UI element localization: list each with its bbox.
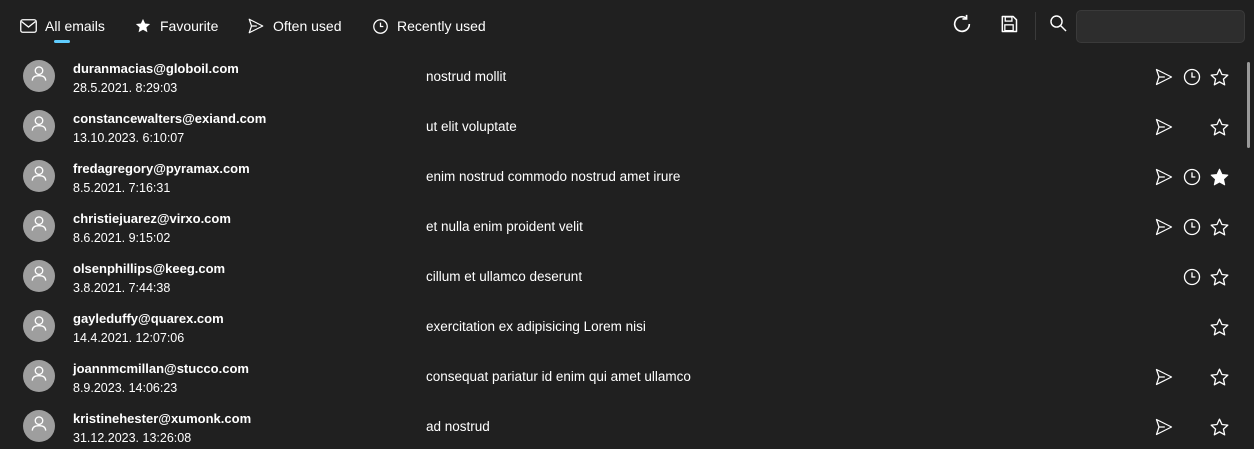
search-button[interactable]: [1042, 10, 1074, 42]
star-filled-icon[interactable]: [1208, 166, 1230, 188]
send-icon[interactable]: [1153, 66, 1175, 88]
star-outline-icon[interactable]: [1208, 316, 1230, 338]
email-date: 14.4.2021. 12:07:06: [73, 331, 185, 345]
tab-label: All emails: [45, 18, 105, 34]
list-item[interactable]: joannmcmillan@stucco.com 8.9.2023. 14:06:…: [0, 352, 1244, 402]
user-icon: [29, 214, 49, 239]
clock-icon[interactable]: [1181, 216, 1203, 238]
email-date: 13.10.2023. 6:10:07: [73, 131, 185, 145]
toolbar: All emails Favourite Often used Recently…: [0, 0, 1254, 52]
email-date: 8.9.2023. 14:06:23: [73, 381, 178, 395]
user-icon: [29, 314, 49, 339]
user-icon: [29, 64, 49, 89]
user-icon: [29, 414, 49, 439]
save-icon: [999, 14, 1019, 39]
clock-icon[interactable]: [1181, 166, 1203, 188]
mail-icon: [19, 17, 37, 35]
tab-all-emails[interactable]: All emails: [19, 0, 105, 52]
email-subject: et nulla enim proident velit: [426, 219, 583, 234]
tab-label: Recently used: [397, 18, 486, 34]
email-date: 8.5.2021. 7:16:31: [73, 181, 171, 195]
sender-email: duranmacias@globoil.com: [73, 61, 239, 76]
sender-email: joannmcmillan@stucco.com: [73, 361, 249, 376]
email-date: 28.5.2021. 8:29:03: [73, 81, 178, 95]
tab-label: Favourite: [160, 18, 219, 34]
tab-label: Often used: [273, 18, 342, 34]
sender-email: kristinehester@xumonk.com: [73, 411, 252, 426]
star-outline-icon[interactable]: [1208, 416, 1230, 438]
avatar: [23, 160, 55, 192]
star-outline-icon[interactable]: [1208, 366, 1230, 388]
email-date: 31.12.2023. 13:26:08: [73, 431, 192, 445]
email-subject: enim nostrud commodo nostrud amet irure: [426, 169, 681, 184]
list-item[interactable]: duranmacias@globoil.com 28.5.2021. 8:29:0…: [0, 52, 1244, 102]
email-subject: consequat pariatur id enim qui amet ulla…: [426, 369, 691, 384]
tab-recently-used[interactable]: Recently used: [371, 0, 486, 52]
sender-email: gayleduffy@quarex.com: [73, 311, 224, 326]
avatar: [23, 260, 55, 292]
sender-email: fredagregory@pyramax.com: [73, 161, 250, 176]
sender-email: constancewalters@exiand.com: [73, 111, 267, 126]
send-icon[interactable]: [1153, 366, 1175, 388]
star-outline-icon[interactable]: [1208, 266, 1230, 288]
send-icon[interactable]: [1153, 416, 1175, 438]
star-outline-icon[interactable]: [1208, 216, 1230, 238]
email-subject: cillum et ullamco deserunt: [426, 269, 583, 284]
sender-email: christiejuarez@virxo.com: [73, 211, 231, 226]
email-date: 8.6.2021. 9:15:02: [73, 231, 171, 245]
list-item[interactable]: constancewalters@exiand.com 13.10.2023. 6…: [0, 102, 1244, 152]
email-date: 3.8.2021. 7:44:38: [73, 281, 171, 295]
email-subject: ad nostrud: [426, 419, 490, 434]
toolbar-divider: [1035, 12, 1036, 40]
star-outline-icon[interactable]: [1208, 116, 1230, 138]
send-icon[interactable]: [1153, 166, 1175, 188]
refresh-button[interactable]: [946, 10, 978, 42]
list-item[interactable]: kristinehester@xumonk.com 31.12.2023. 13:…: [0, 402, 1244, 449]
tab-favourite[interactable]: Favourite: [134, 0, 218, 52]
avatar: [23, 310, 55, 342]
avatar: [23, 60, 55, 92]
user-icon: [29, 114, 49, 139]
tab-often-used[interactable]: Often used: [247, 0, 342, 52]
list-item[interactable]: christiejuarez@virxo.com 8.6.2021. 9:15:0…: [0, 202, 1244, 252]
clock-icon[interactable]: [1181, 266, 1203, 288]
email-list: duranmacias@globoil.com 28.5.2021. 8:29:0…: [0, 52, 1254, 449]
email-subject: exercitation ex adipisicing Lorem nisi: [426, 319, 646, 334]
user-icon: [29, 264, 49, 289]
refresh-icon: [951, 13, 973, 40]
star-outline-icon[interactable]: [1208, 66, 1230, 88]
avatar: [23, 410, 55, 442]
search-input[interactable]: [1076, 10, 1245, 43]
user-icon: [29, 364, 49, 389]
star-filled-icon: [134, 17, 152, 35]
clock-icon: [371, 17, 389, 35]
list-item[interactable]: fredagregory@pyramax.com 8.5.2021. 7:16:3…: [0, 152, 1244, 202]
email-subject: ut elit voluptate: [426, 119, 517, 134]
save-button[interactable]: [993, 10, 1025, 42]
email-subject: nostrud mollit: [426, 69, 507, 84]
list-item[interactable]: olsenphillips@keeg.com 3.8.2021. 7:44:38 c…: [0, 252, 1244, 302]
list-item[interactable]: gayleduffy@quarex.com 14.4.2021. 12:07:06…: [0, 302, 1244, 352]
clock-icon[interactable]: [1181, 66, 1203, 88]
sender-email: olsenphillips@keeg.com: [73, 261, 226, 276]
avatar: [23, 210, 55, 242]
avatar: [23, 360, 55, 392]
send-icon: [247, 17, 265, 35]
avatar: [23, 110, 55, 142]
send-icon[interactable]: [1153, 116, 1175, 138]
send-icon[interactable]: [1153, 216, 1175, 238]
user-icon: [29, 164, 49, 189]
search-icon: [1049, 14, 1068, 38]
scrollbar[interactable]: [1247, 62, 1250, 148]
active-tab-indicator: [54, 40, 70, 43]
